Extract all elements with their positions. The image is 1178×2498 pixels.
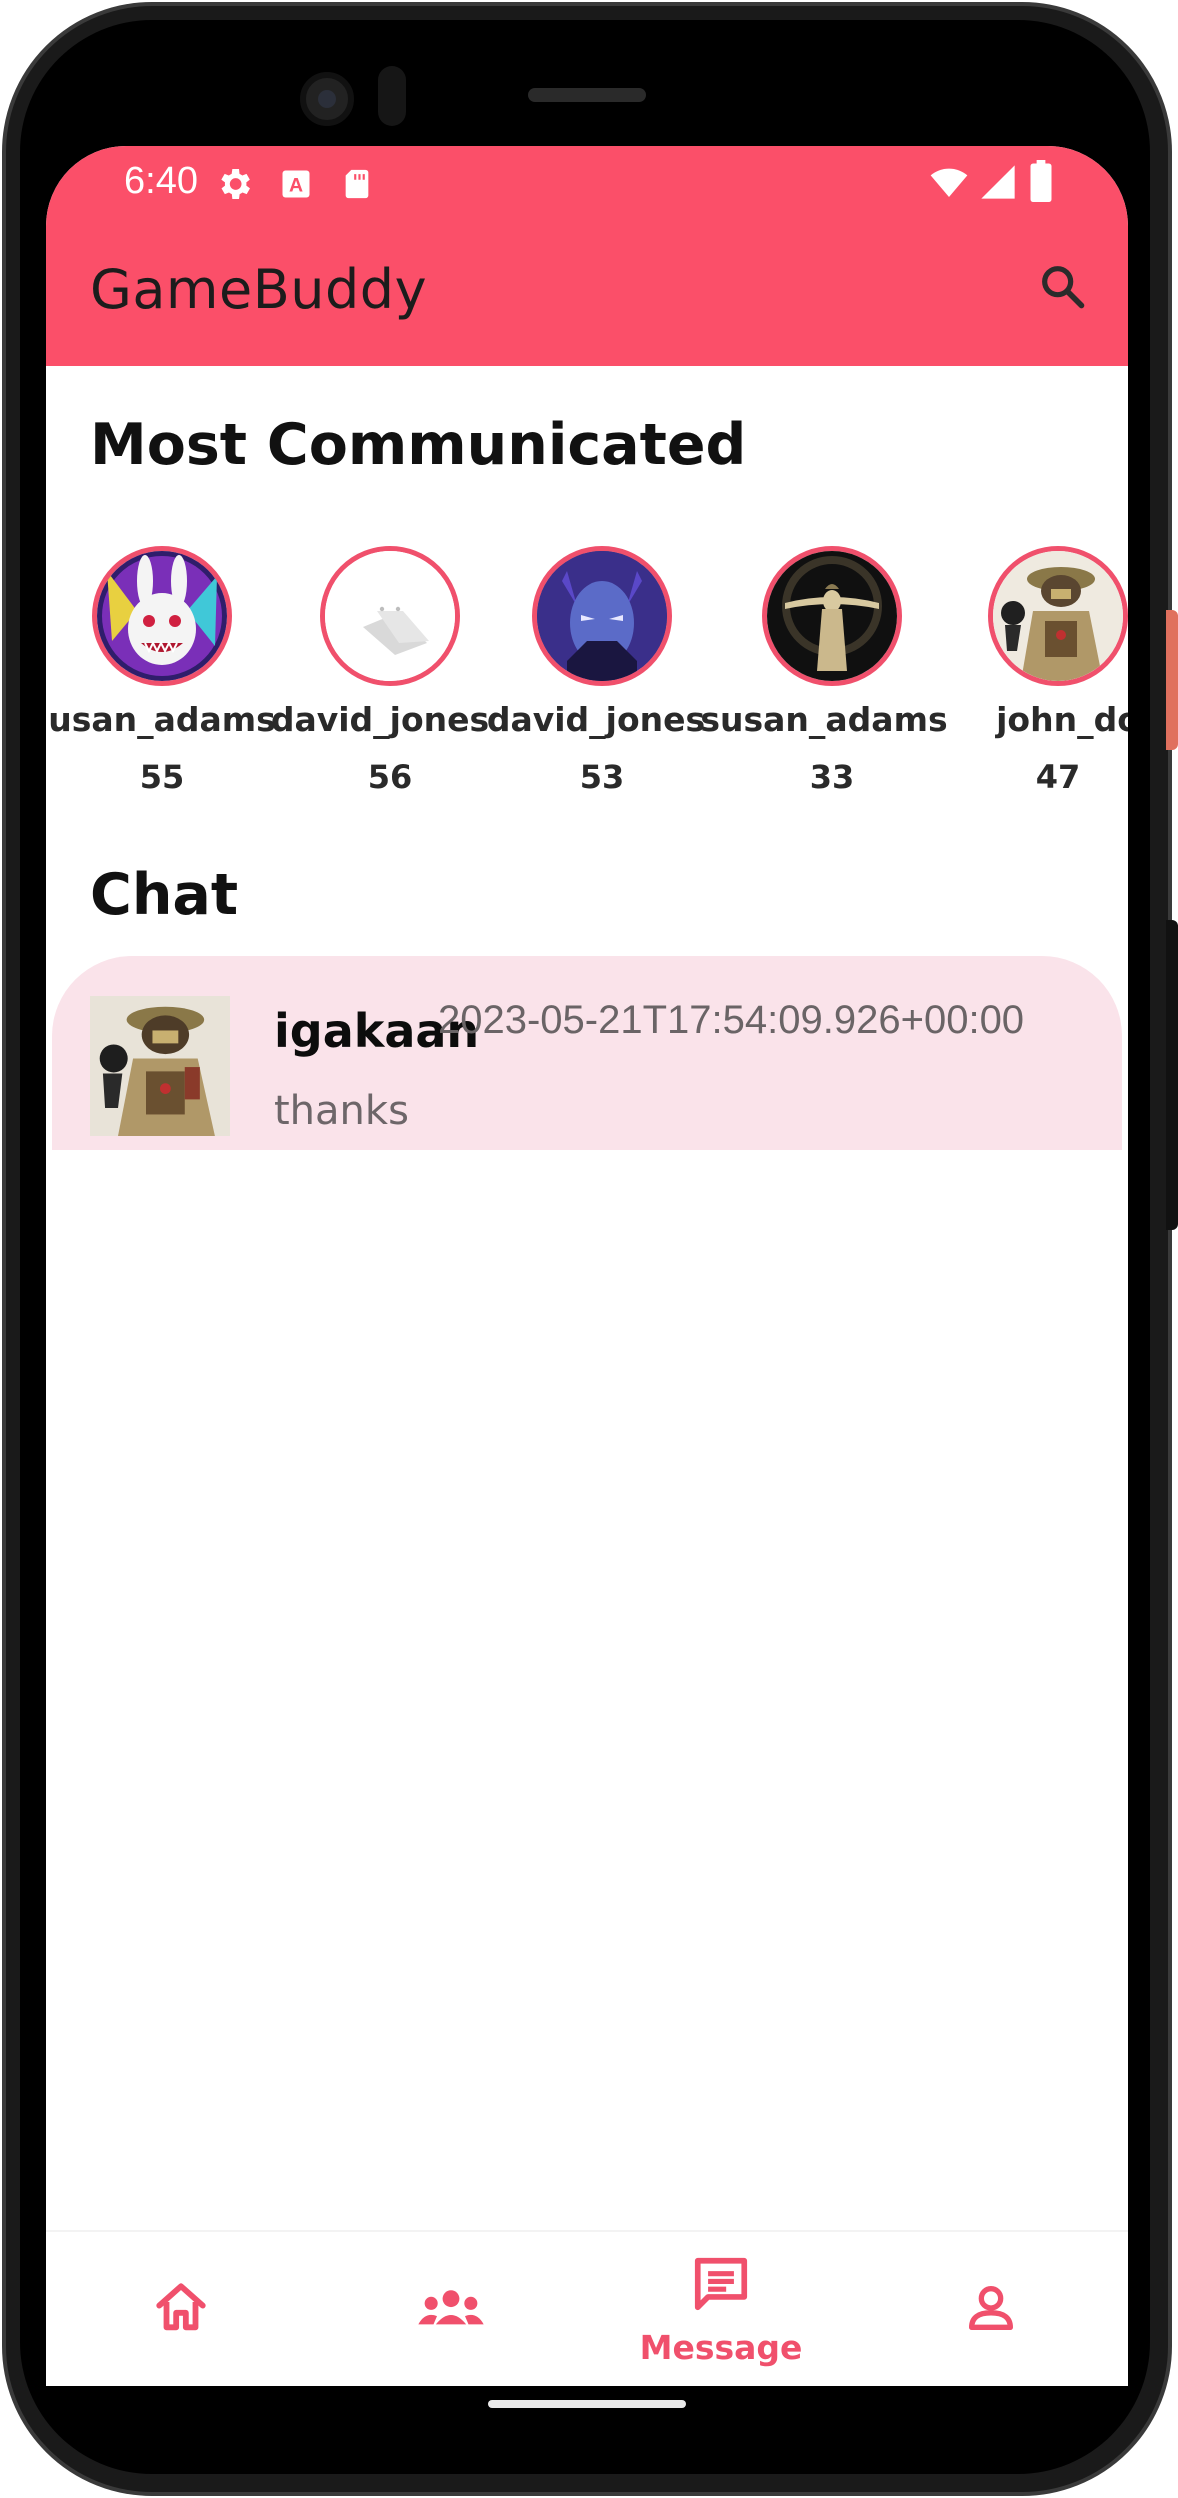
story-username: david_jones: [486, 700, 706, 739]
message-icon: [690, 2253, 752, 2320]
svg-text:A: A: [289, 175, 303, 197]
cell-signal-icon: [978, 162, 1018, 207]
sd-card-icon: [340, 164, 374, 209]
volume-button: [1166, 610, 1178, 750]
gear-icon: [214, 164, 254, 209]
bottom-navigation: Message: [46, 2230, 1128, 2386]
home-gesture-bar[interactable]: [488, 2400, 686, 2408]
search-icon: [1036, 260, 1088, 317]
chat-list-item[interactable]: igakaan 2023-05-21T17:54:09.926+00:00 th…: [52, 956, 1122, 1150]
chat-last-message: thanks: [274, 1088, 409, 1134]
nav-profile[interactable]: [856, 2232, 1126, 2386]
nav-message[interactable]: Message: [586, 2232, 856, 2386]
rabbit-mask-avatar: [92, 546, 232, 686]
front-camera: [300, 72, 354, 126]
wifi-icon: [926, 162, 972, 207]
app-screen: 6:40 A GameBuddy Most Communicated usan_…: [46, 146, 1128, 2386]
soldier-avatar: [90, 996, 230, 1136]
group-icon: [416, 2279, 486, 2342]
proximity-sensor: [378, 66, 406, 126]
battery-icon: [1028, 160, 1054, 207]
phone-device: 6:40 A GameBuddy Most Communicated usan_…: [0, 0, 1178, 2498]
story-item[interactable]: usan_adams 55: [46, 546, 276, 816]
story-item[interactable]: susan_adams 33: [700, 546, 948, 816]
search-button[interactable]: [1030, 256, 1094, 320]
home-icon: [152, 2279, 210, 2342]
story-item[interactable]: david_jones 56: [271, 546, 494, 816]
story-count: 53: [579, 758, 625, 796]
story-count: 55: [139, 758, 185, 796]
story-item[interactable]: john_do 47: [942, 546, 1128, 816]
placeholder-avatar: [320, 546, 460, 686]
profile-icon: [962, 2279, 1020, 2342]
top-app-bar: 6:40 A GameBuddy: [46, 146, 1128, 366]
chat-title: Chat: [90, 862, 239, 928]
font-a-icon: A: [278, 164, 314, 209]
story-username: susan_adams: [700, 700, 948, 739]
story-item[interactable]: david_jones 53: [486, 546, 706, 816]
most-communicated-title: Most Communicated: [90, 412, 747, 478]
chat-timestamp: 2023-05-21T17:54:09.926+00:00: [438, 998, 1025, 1042]
app-title: GameBuddy: [90, 258, 428, 321]
nav-home[interactable]: [46, 2232, 316, 2386]
earpiece-speaker: [528, 88, 646, 102]
nav-groups[interactable]: [316, 2232, 586, 2386]
dark-figure-avatar: [762, 546, 902, 686]
blue-demon-avatar: [532, 546, 672, 686]
story-count: 33: [809, 758, 855, 796]
power-button: [1166, 920, 1178, 1230]
story-count: 47: [1035, 758, 1081, 796]
soldier-avatar: [988, 546, 1128, 686]
nav-message-label: Message: [639, 2328, 803, 2367]
story-username: john_do: [996, 700, 1128, 739]
status-time: 6:40: [124, 160, 198, 202]
story-count: 56: [367, 758, 413, 796]
